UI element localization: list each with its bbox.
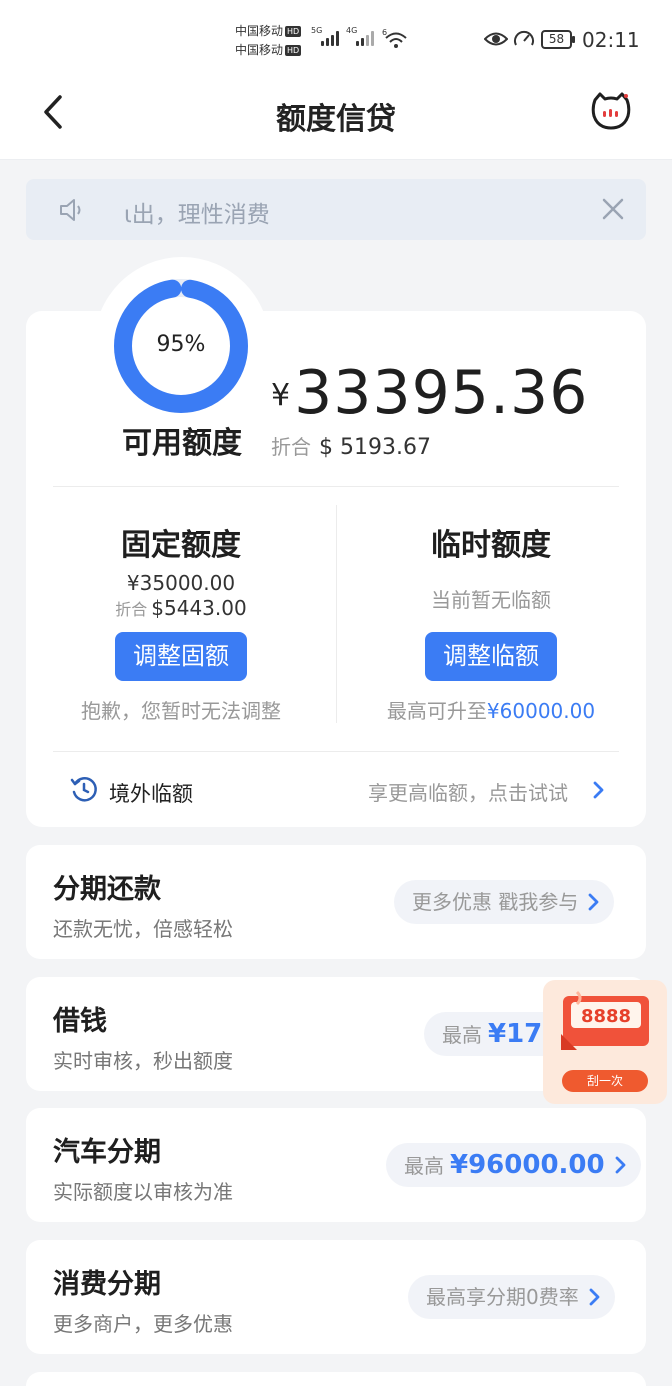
fixed-credit-usd: 折合 $5443.00 [54,596,308,620]
eye-icon [484,32,508,46]
header: 额度信贷 [0,76,672,160]
adjust-fixed-button[interactable]: 调整固额 [115,632,247,681]
ring-percent-label: 95% [156,332,206,357]
status-bar: 中国移动 HD 中国移动 HD 5G 4G 6 58 02:11 [0,0,672,76]
usd-equivalent: 折合 $ 5193.67 [271,431,431,460]
currency-symbol: ¥ [271,378,291,413]
overseas-credit-label: 境外临额 [109,782,193,806]
overseas-credit-link[interactable]: 享更高临额，点击试试 [368,777,568,806]
pill-text: 最高享分期0费率 [426,1285,579,1309]
carrier-info: 中国移动 HD 中国移动 HD [235,22,302,60]
usd-prefix: 折合 [271,435,311,459]
adjust-temp-button[interactable]: 调整临额 [425,632,557,681]
overseas-clock-icon [70,777,97,802]
temp-credit-title: 临时额度 [431,528,551,563]
temp-max-prefix: 最高可升至 [386,699,487,723]
pill-text: 更多优惠 戳我参与 [412,890,579,914]
speedometer-icon [514,30,534,46]
wifi-icon: 6 [382,28,407,48]
pill-text: 最高 [442,1023,482,1047]
chevron-right-icon[interactable] [591,780,605,800]
signal-5g-icon: 5G [311,26,341,48]
net-6-label: 6 [382,28,387,37]
chevron-right-icon [589,1288,600,1306]
service-title: 消费分期 [53,1269,161,1300]
service-subtitle: 实时审核，秒出额度 [53,1049,233,1073]
fixed-usd-prefix: 折合 [115,600,148,619]
speaker-icon [60,199,81,221]
next-service-card[interactable] [26,1372,646,1386]
hd-badge: HD [285,45,302,56]
service-subtitle: 更多商户，更多优惠 [53,1312,233,1336]
hd-badge: HD [285,26,302,37]
service-action-pill[interactable]: 最高 ¥96000.00 [386,1143,641,1187]
temp-max-amount: ¥60000.00 [486,699,596,723]
net-4g-label: 4G [346,26,358,35]
pill-amount: ¥96000.00 [450,1150,605,1180]
service-action-pill[interactable]: 最高享分期0费率 [408,1275,615,1319]
clock: 02:11 [582,28,640,52]
scratch-card-widget[interactable]: 8888 刮一次 [543,980,667,1104]
carrier-1: 中国移动 [235,24,284,38]
service-action-pill[interactable]: 更多优惠 戳我参与 [394,880,615,924]
net-5g-label: 5G [311,26,323,35]
notice-banner: ι出，理性消费 [26,179,646,240]
available-amount: ¥33395.36 [271,358,588,428]
scratch-ticket-text: 8888 [581,1006,631,1027]
chevron-right-icon [588,893,599,911]
available-credit-label: 可用额度 [122,426,242,461]
carrier-2: 中国移动 [235,43,284,57]
service-subtitle: 实际额度以审核为准 [53,1180,233,1204]
chevron-right-icon [615,1156,626,1174]
installment-repayment-card[interactable]: 分期还款 还款无忧，倍感轻松 更多优惠 戳我参与 [26,845,646,959]
pill-text: 最高 [404,1154,444,1178]
consumer-installment-card[interactable]: 消费分期 更多商户，更多优惠 最高享分期0费率 [26,1240,646,1354]
service-subtitle: 还款无忧，倍感轻松 [53,917,233,941]
available-amount-value: 33395.36 [294,358,589,428]
divider [53,751,619,752]
cat-service-icon[interactable] [590,90,632,132]
temp-credit-note: 当前暂无临额 [431,588,551,612]
fixed-credit-amount: ¥35000.00 [126,571,236,595]
divider [53,486,619,487]
car-installment-card[interactable]: 汽车分期 实际额度以审核为准 最高 ¥96000.00 [26,1108,646,1222]
notice-text: ι出，理性消费 [124,202,270,228]
service-title: 汽车分期 [53,1137,161,1168]
temp-max-note: 最高可升至¥60000.00 [336,695,646,724]
close-icon[interactable] [600,196,626,222]
battery-indicator: 58 [541,30,575,49]
service-title: 借钱 [53,1006,107,1037]
fixed-usd-amount: $5443.00 [151,596,247,620]
scratch-button[interactable]: 刮一次 [562,1070,648,1092]
page-title: 额度信贷 [276,102,396,137]
fixed-credit-title: 固定额度 [121,528,241,563]
signal-4g-icon: 4G [346,26,376,48]
scratch-ticket-icon: 8888 [561,990,649,1050]
usd-amount: $ 5193.67 [319,435,431,460]
fixed-credit-note: 抱歉，您暂时无法调整 [81,699,281,723]
service-title: 分期还款 [53,874,161,905]
